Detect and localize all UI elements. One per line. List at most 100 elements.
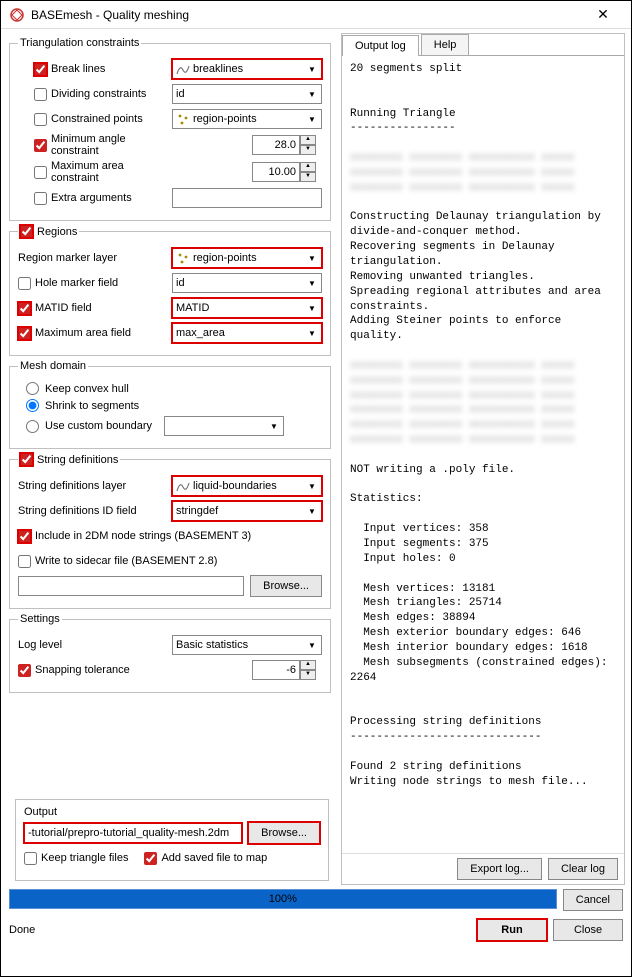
use-custom-boundary-radio[interactable]: Use custom boundary ▼ [26,416,322,436]
snapping-tolerance-label[interactable]: Snapping tolerance [18,664,166,677]
string-defs-id-field-combo[interactable]: stringdef ▼ [172,501,322,521]
mesh-domain-group: Mesh domain Keep convex hull Shrink to s… [9,360,331,449]
string-defs-layer-combo[interactable]: liquid-boundaries ▼ [172,476,322,496]
regions-checkbox[interactable] [20,225,33,238]
clear-log-button[interactable]: Clear log [548,858,618,880]
matid-field-combo[interactable]: MATID ▼ [172,298,322,318]
spin-up-icon[interactable]: ▲ [300,162,316,172]
keep-convex-hull-radio[interactable]: Keep convex hull [26,382,322,395]
dividing-constraints-combo[interactable]: id ▼ [172,84,322,104]
extra-args-input[interactable] [172,188,322,208]
dividing-constraints-label[interactable]: Dividing constraints [18,88,166,101]
keep-triangle-files-checkbox[interactable] [24,852,37,865]
chevron-down-icon: ▼ [268,422,280,431]
chevron-down-icon: ▼ [306,641,318,650]
write-sidecar-label[interactable]: Write to sidecar file (BASEMENT 2.8) [18,555,217,568]
include-2dm-label[interactable]: Include in 2DM node strings (BASEMENT 3) [18,530,251,543]
dividing-constraints-checkbox[interactable] [34,88,47,101]
constrained-points-checkbox[interactable] [34,113,47,126]
hole-marker-field-label[interactable]: Hole marker field [18,277,166,290]
hole-marker-field-combo[interactable]: id ▼ [172,273,322,293]
max-area-label[interactable]: Maximum area constraint [18,160,166,184]
spin-down-icon[interactable]: ▼ [300,145,316,155]
chevron-down-icon: ▼ [306,279,318,288]
spin-up-icon[interactable]: ▲ [300,660,316,670]
triangulation-constraints-group: Triangulation constraints Break lines br… [9,37,331,221]
cancel-button[interactable]: Cancel [563,889,623,911]
maximum-area-field-checkbox[interactable] [18,327,31,340]
custom-boundary-combo[interactable]: ▼ [164,416,284,436]
spin-down-icon[interactable]: ▼ [300,172,316,182]
snapping-tolerance-spinbox[interactable]: ▲▼ [252,660,322,680]
close-button[interactable]: Close [553,919,623,941]
output-path-input[interactable] [24,823,242,843]
point-layer-icon [176,251,190,265]
maximum-area-field-combo[interactable]: max_area ▼ [172,323,322,343]
output-group: Output Browse... Keep triangle files Add… [15,799,329,881]
line-layer-icon [176,479,190,493]
constrained-points-combo[interactable]: region-points ▼ [172,109,322,129]
point-layer-icon [176,112,190,126]
mesh-domain-legend: Mesh domain [18,360,88,372]
region-marker-layer-combo[interactable]: region-points ▼ [172,248,322,268]
min-angle-checkbox[interactable] [34,139,47,152]
string-defs-layer-label: String definitions layer [18,480,166,492]
hole-marker-field-checkbox[interactable] [18,277,31,290]
chevron-down-icon: ▼ [306,65,318,74]
max-area-checkbox[interactable] [34,166,47,179]
extra-args-checkbox[interactable] [34,192,47,205]
shrink-to-segments-radio[interactable]: Shrink to segments [26,399,322,412]
window-title: BASEmesh - Quality meshing [31,8,583,22]
keep-triangle-files-label[interactable]: Keep triangle files [24,852,128,865]
progress-bar: 100% [9,889,557,909]
app-icon [9,7,25,23]
tab-output-log[interactable]: Output log [342,35,419,56]
chevron-down-icon: ▼ [306,115,318,124]
sidecar-browse-button[interactable]: Browse... [250,575,322,597]
spin-down-icon[interactable]: ▼ [300,670,316,680]
write-sidecar-checkbox[interactable] [18,555,31,568]
settings-legend: Settings [18,613,62,625]
regions-legend[interactable]: Regions [20,225,77,238]
snapping-tolerance-checkbox[interactable] [18,664,31,677]
min-angle-spinbox[interactable]: ▲▼ [252,135,322,155]
matid-field-label[interactable]: MATID field [18,302,166,315]
string-definitions-checkbox[interactable] [20,453,33,466]
constrained-points-label[interactable]: Constrained points [18,113,166,126]
break-lines-label[interactable]: Break lines [18,63,166,76]
tab-help[interactable]: Help [421,34,470,55]
triangulation-legend: Triangulation constraints [18,37,141,49]
close-icon[interactable]: ✕ [583,3,623,27]
include-2dm-checkbox[interactable] [18,530,31,543]
line-layer-icon [176,62,190,76]
add-saved-file-checkbox[interactable] [144,852,157,865]
matid-field-checkbox[interactable] [18,302,31,315]
status-text: Done [9,924,477,936]
maximum-area-field-label[interactable]: Maximum area field [18,327,166,340]
break-lines-checkbox[interactable] [34,63,47,76]
max-area-spinbox[interactable]: ▲▼ [252,162,322,182]
break-lines-combo[interactable]: breaklines ▼ [172,59,322,79]
run-button[interactable]: Run [477,919,547,941]
output-browse-button[interactable]: Browse... [248,822,320,844]
export-log-button[interactable]: Export log... [457,858,542,880]
chevron-down-icon: ▼ [306,304,318,313]
add-saved-file-label[interactable]: Add saved file to map [144,852,267,865]
output-log-pane[interactable]: 20 segments split Running Triangle------… [342,56,624,853]
chevron-down-icon: ▼ [306,482,318,491]
chevron-down-icon: ▼ [306,329,318,338]
tabs: Output log Help [342,34,624,56]
min-angle-label[interactable]: Minimum angle constraint [18,133,166,157]
sidecar-path-input[interactable] [18,576,244,596]
string-definitions-legend[interactable]: String definitions [20,453,118,466]
regions-group: Regions Region marker layer region-point… [9,225,331,356]
string-defs-id-field-label: String definitions ID field [18,505,166,517]
extra-args-label[interactable]: Extra arguments [18,192,166,205]
chevron-down-icon: ▼ [306,507,318,516]
region-marker-layer-label: Region marker layer [18,252,166,264]
spin-up-icon[interactable]: ▲ [300,135,316,145]
log-level-combo[interactable]: Basic statistics ▼ [172,635,322,655]
titlebar: BASEmesh - Quality meshing ✕ [1,1,631,29]
progress-percent: 100% [269,893,297,905]
log-level-label: Log level [18,639,166,651]
